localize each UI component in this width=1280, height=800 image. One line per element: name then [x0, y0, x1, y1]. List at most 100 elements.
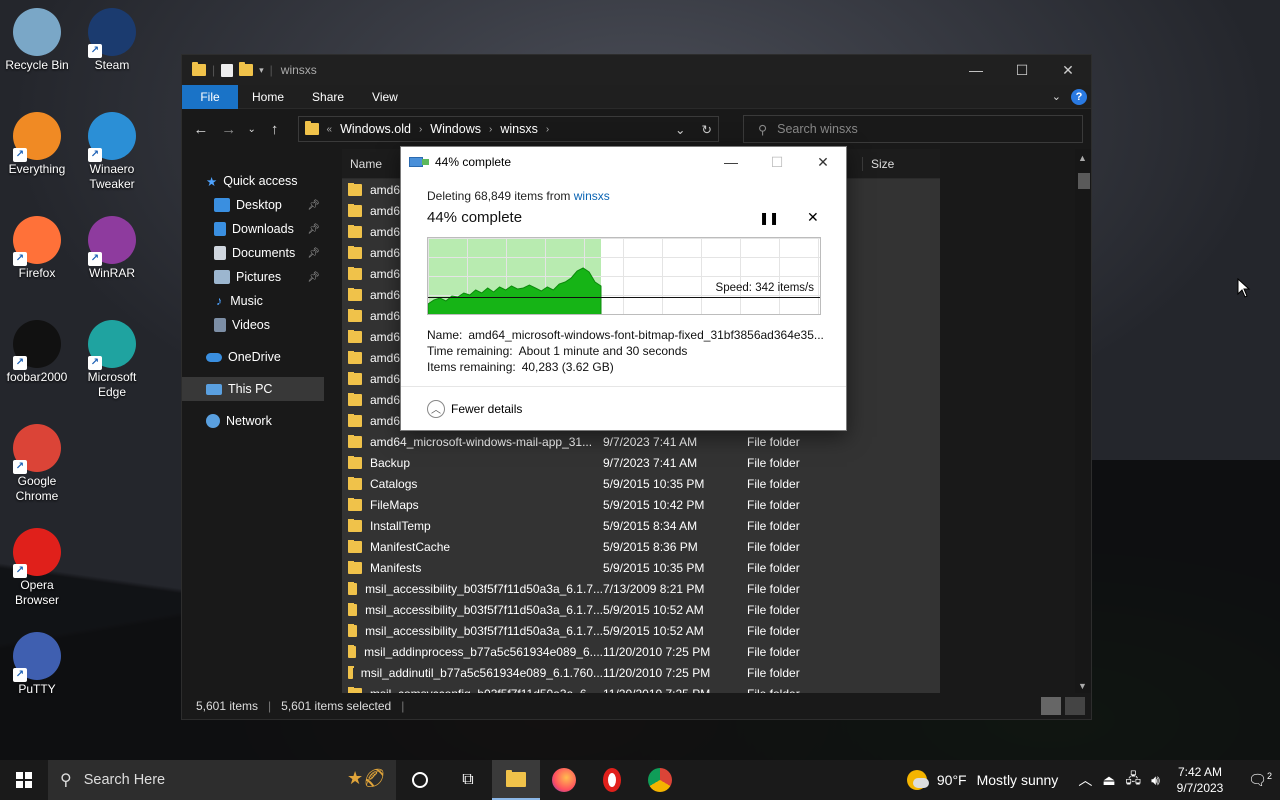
- shortcut-arrow-icon: ↗: [13, 564, 27, 578]
- table-row[interactable]: ManifestCache 5/9/2015 8:36 PM File folder: [342, 536, 940, 557]
- desktop-icon-edge[interactable]: ↗ Microsoft Edge: [76, 320, 148, 400]
- nav-documents[interactable]: Documents 📌︎: [182, 241, 324, 265]
- table-row[interactable]: amd64_microsoft-windows-mail-app_31... 9/…: [342, 431, 940, 452]
- explorer-titlebar[interactable]: | ▾ | winsxs — ☐ ✕: [182, 55, 1091, 85]
- tab-home[interactable]: Home: [238, 85, 298, 109]
- pause-button[interactable]: ❚❚: [759, 211, 779, 225]
- table-row[interactable]: msil_accessibility_b03f5f7f11d50a3a_6.1.…: [342, 620, 940, 641]
- fewer-details-toggle[interactable]: ︿ Fewer details: [401, 386, 846, 430]
- taskbar-search[interactable]: ⚲ Search Here ★🏈︎: [48, 760, 396, 800]
- nav-pictures[interactable]: Pictures 📌︎: [182, 265, 324, 289]
- breadcrumb-windows[interactable]: Windows: [430, 122, 481, 136]
- desktop-icon-putty[interactable]: ↗ PuTTY: [1, 632, 73, 697]
- clock[interactable]: 7:42 AM 9/7/2023: [1170, 764, 1230, 796]
- vertical-scrollbar[interactable]: ▲ ▼: [1075, 149, 1091, 693]
- network-icon[interactable]: 🖧︎: [1126, 768, 1142, 792]
- address-bar[interactable]: « Windows.old › Windows › winsxs › ⌄ ↻: [297, 116, 719, 142]
- breadcrumb-windows-old[interactable]: Windows.old: [340, 122, 411, 136]
- chevron-right-icon[interactable]: ›: [546, 124, 549, 135]
- table-row[interactable]: msil_addinprocess_b77a5c561934e089_6....…: [342, 641, 940, 662]
- cancel-button[interactable]: ✕: [807, 209, 819, 226]
- maximize-button[interactable]: ☐: [999, 55, 1045, 85]
- desktop-icon-recycle-bin[interactable]: Recycle Bin: [1, 8, 73, 73]
- pin-icon[interactable]: 📌︎: [307, 224, 320, 235]
- table-row[interactable]: InstallTemp 5/9/2015 8:34 AM File folder: [342, 515, 940, 536]
- desktop-icon-winaero-tweaker[interactable]: ↗ Winaero Tweaker: [76, 112, 148, 192]
- expand-ribbon-icon[interactable]: ⌄: [1052, 90, 1061, 103]
- desktop-icon-foobar2000[interactable]: ↗ foobar2000: [1, 320, 73, 385]
- desktop-icon-everything[interactable]: ↗ Everything: [1, 112, 73, 177]
- table-row[interactable]: Backup 9/7/2023 7:41 AM File folder: [342, 452, 940, 473]
- dialog-close-button[interactable]: ✕: [800, 154, 846, 171]
- forward-arrow-icon[interactable]: →: [218, 121, 240, 138]
- tab-share[interactable]: Share: [298, 85, 358, 109]
- help-icon[interactable]: ?: [1071, 88, 1087, 105]
- search-input[interactable]: ⚲ Search winsxs: [742, 115, 1083, 143]
- table-row[interactable]: msil_accessibility_b03f5f7f11d50a3a_6.1.…: [342, 578, 940, 599]
- weather-temp[interactable]: 90°F: [937, 772, 967, 788]
- breadcrumb-overflow-icon[interactable]: «: [327, 124, 333, 135]
- nav-network[interactable]: Network: [182, 409, 324, 433]
- start-button[interactable]: [0, 760, 48, 800]
- nav-onedrive[interactable]: OneDrive: [182, 345, 324, 369]
- chevron-right-icon[interactable]: ›: [419, 124, 422, 135]
- nav-desktop[interactable]: Desktop 📌︎: [182, 193, 324, 217]
- recent-locations-icon[interactable]: ⌄: [246, 124, 258, 135]
- weather-desc[interactable]: Mostly sunny: [977, 772, 1059, 788]
- close-button[interactable]: ✕: [1045, 55, 1091, 85]
- minimize-button[interactable]: —: [953, 55, 999, 85]
- up-arrow-icon[interactable]: ↑: [264, 121, 286, 138]
- notifications-button[interactable]: 🗨︎2: [1240, 771, 1280, 789]
- large-icons-view-icon[interactable]: [1065, 697, 1085, 715]
- dialog-titlebar[interactable]: 44% complete — ☐ ✕: [401, 147, 846, 177]
- scroll-up-icon[interactable]: ▲: [1078, 153, 1087, 163]
- back-arrow-icon[interactable]: ←: [190, 121, 212, 138]
- desktop-icon-winrar[interactable]: ↗ WinRAR: [76, 216, 148, 281]
- customize-toolbar-icon[interactable]: ▾: [259, 65, 264, 76]
- breadcrumb-winsxs[interactable]: winsxs: [500, 122, 538, 136]
- table-row[interactable]: FileMaps 5/9/2015 10:42 PM File folder: [342, 494, 940, 515]
- task-view-button[interactable]: ⧉: [444, 760, 492, 800]
- tab-view[interactable]: View: [358, 85, 412, 109]
- desktop-icon-steam[interactable]: ↗ Steam: [76, 8, 148, 73]
- nav-music[interactable]: ♪ Music: [182, 289, 324, 313]
- volume-icon[interactable]: 🔊︎: [1151, 772, 1160, 789]
- desktop-icon-chrome[interactable]: ↗ Google Chrome: [1, 424, 73, 504]
- nav-quick-access[interactable]: ★ Quick access: [182, 169, 324, 193]
- usb-icon[interactable]: ⏏: [1102, 772, 1115, 789]
- details-view-icon[interactable]: [1041, 697, 1061, 715]
- table-row[interactable]: Manifests 5/9/2015 10:35 PM File folder: [342, 557, 940, 578]
- pin-icon[interactable]: 📌︎: [307, 200, 320, 211]
- tab-file[interactable]: File: [182, 84, 238, 109]
- taskbar-firefox[interactable]: [540, 760, 588, 800]
- new-folder-icon[interactable]: [239, 62, 254, 76]
- show-hidden-icons[interactable]: ︿: [1078, 770, 1092, 790]
- scroll-down-icon[interactable]: ▼: [1078, 681, 1087, 691]
- source-folder-link[interactable]: winsxs: [574, 189, 610, 203]
- dialog-minimize-button[interactable]: —: [708, 154, 754, 171]
- nav-videos[interactable]: Videos: [182, 313, 324, 337]
- desktop-icon-firefox[interactable]: ↗ Firefox: [1, 216, 73, 281]
- chevron-right-icon[interactable]: ›: [489, 124, 492, 135]
- nav-this-pc[interactable]: This PC: [182, 377, 324, 401]
- scrollbar-thumb[interactable]: [1078, 173, 1090, 189]
- taskbar-opera[interactable]: [588, 760, 636, 800]
- taskbar-chrome[interactable]: [636, 760, 684, 800]
- folder-icon: [348, 434, 362, 448]
- refresh-icon[interactable]: ↻: [702, 122, 712, 137]
- address-dropdown-icon[interactable]: ⌄: [675, 122, 685, 137]
- folder-icon: [192, 62, 206, 76]
- pin-icon[interactable]: 📌︎: [307, 272, 320, 283]
- table-row[interactable]: Catalogs 5/9/2015 10:35 PM File folder: [342, 473, 940, 494]
- nav-downloads[interactable]: Downloads 📌︎: [182, 217, 324, 241]
- cortana-button[interactable]: [396, 760, 444, 800]
- taskbar-file-explorer[interactable]: [492, 760, 540, 800]
- desktop-icon-opera[interactable]: ↗ Opera Browser: [1, 528, 73, 608]
- properties-icon[interactable]: [221, 63, 234, 77]
- table-row[interactable]: msil_accessibility_b03f5f7f11d50a3a_6.1.…: [342, 599, 940, 620]
- weather-icon[interactable]: [906, 770, 929, 790]
- pin-icon[interactable]: 📌︎: [307, 248, 320, 259]
- table-row[interactable]: msil_addinutil_b77a5c561934e089_6.1.760.…: [342, 662, 940, 683]
- delete-progress-dialog[interactable]: 44% complete — ☐ ✕ Deleting 68,849 items…: [400, 146, 847, 431]
- column-size[interactable]: Size: [862, 156, 940, 171]
